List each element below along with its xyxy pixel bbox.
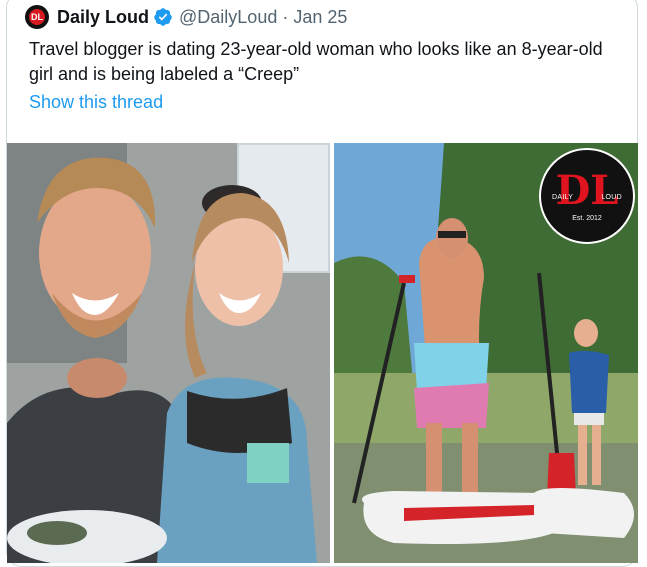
show-thread-link[interactable]: Show this thread [29,92,163,113]
daily-loud-logo: DAILY DL LOUD Est. 2012 [539,148,635,244]
logo-mark: DL [555,166,619,214]
tweet-text: Travel blogger is dating 23-year-old wom… [29,39,603,84]
photo-paddleboard[interactable]: DAILY DL LOUD Est. 2012 [334,143,638,563]
logo-right-text: LOUD [601,194,622,201]
logo-est-text: Est. 2012 [572,214,602,222]
avatar[interactable]: DL [25,5,49,29]
tweet-date[interactable]: Jan 25 [293,7,347,28]
avatar-letter: DL [31,11,43,22]
avatar-logo: DL [29,9,45,25]
author-name[interactable]: Daily Loud [57,7,149,28]
logo-left-text: DAILY [552,194,574,201]
author-handle[interactable]: @DailyLoud [179,7,277,28]
separator-dot: · [282,6,289,27]
tweet-media[interactable]: DAILY DL LOUD Est. 2012 [7,143,638,563]
tweet-header: DL Daily Loud @DailyLoud · Jan 25 [25,5,347,29]
verified-badge-icon [154,8,172,26]
photo-couple-smiling[interactable] [7,143,330,563]
photo-left-illustration [7,143,330,563]
